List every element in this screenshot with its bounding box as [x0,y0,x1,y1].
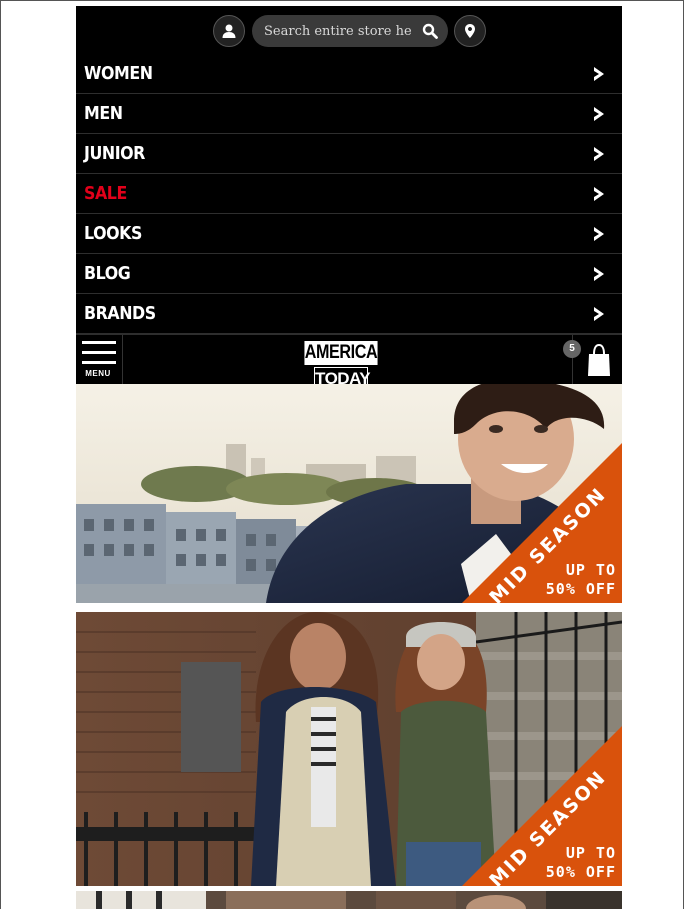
promo-discount-line2: 50% OFF [545,580,616,598]
shopping-bag-icon [588,343,610,376]
menu-item-blog[interactable]: BLOG [76,254,622,294]
menu-item-looks[interactable]: LOOKS [76,214,622,254]
banner-separator [76,603,622,612]
chevron-right-icon [592,186,606,202]
menu-item-women[interactable]: WOMEN [76,54,622,94]
chevron-right-icon [592,266,606,282]
logo-line-1: AMERICA [304,341,378,365]
chevron-right-icon [592,146,606,162]
promo-badge: MID SEASON UP TO 50% OFF [462,443,622,603]
search-row [76,6,622,60]
menu-item-label: BLOG [84,263,131,284]
promo-triangle [462,726,622,886]
menu-item-label: BRANDS [84,303,156,324]
mobile-app: WOMEN MEN JUNIOR SALE LOOKS [76,6,622,909]
banner-photo-partial [76,891,622,909]
promo-discount-line1: UP TO [565,844,616,862]
search-box [252,15,448,47]
promo-triangle [462,443,622,603]
account-button[interactable] [213,15,245,47]
menu-item-junior[interactable]: JUNIOR [76,134,622,174]
store-locator-button[interactable] [454,15,486,47]
promo-badge: MID SEASON UP TO 50% OFF [462,726,622,886]
promo-banner-partial[interactable] [76,891,622,909]
category-menu: WOMEN MEN JUNIOR SALE LOOKS BLOG BRANDS [76,54,622,334]
promo-banner-men[interactable]: MID SEASON UP TO 50% OFF [76,384,622,603]
menu-item-label: MEN [84,103,123,124]
menu-toggle-button[interactable]: MENU [76,335,123,384]
user-icon [222,24,236,38]
search-input[interactable] [264,15,414,47]
menu-toggle-label: MENU [85,369,111,378]
promo-banner-junior[interactable]: MID SEASON UP TO 50% OFF [76,612,622,886]
menu-item-label: JUNIOR [84,143,145,164]
header-bar: MENU AMERICA TODAY 5 [76,334,622,391]
menu-item-label: LOOKS [84,223,142,244]
map-pin-icon [465,24,475,38]
menu-item-label: SALE [84,183,127,204]
promo-discount-line2: 50% OFF [545,863,616,881]
chevron-right-icon [592,106,606,122]
chevron-right-icon [592,66,606,82]
cart-button[interactable]: 5 [563,335,622,384]
hamburger-icon [82,341,116,365]
search-icon[interactable] [422,23,438,39]
chevron-right-icon [592,306,606,322]
menu-item-brands[interactable]: BRANDS [76,294,622,334]
menu-item-men[interactable]: MEN [76,94,622,134]
cart-count-badge: 5 [563,340,581,358]
menu-item-label: WOMEN [84,63,153,84]
promo-discount-line1: UP TO [565,561,616,579]
chevron-right-icon [592,226,606,242]
menu-item-sale[interactable]: SALE [76,174,622,214]
